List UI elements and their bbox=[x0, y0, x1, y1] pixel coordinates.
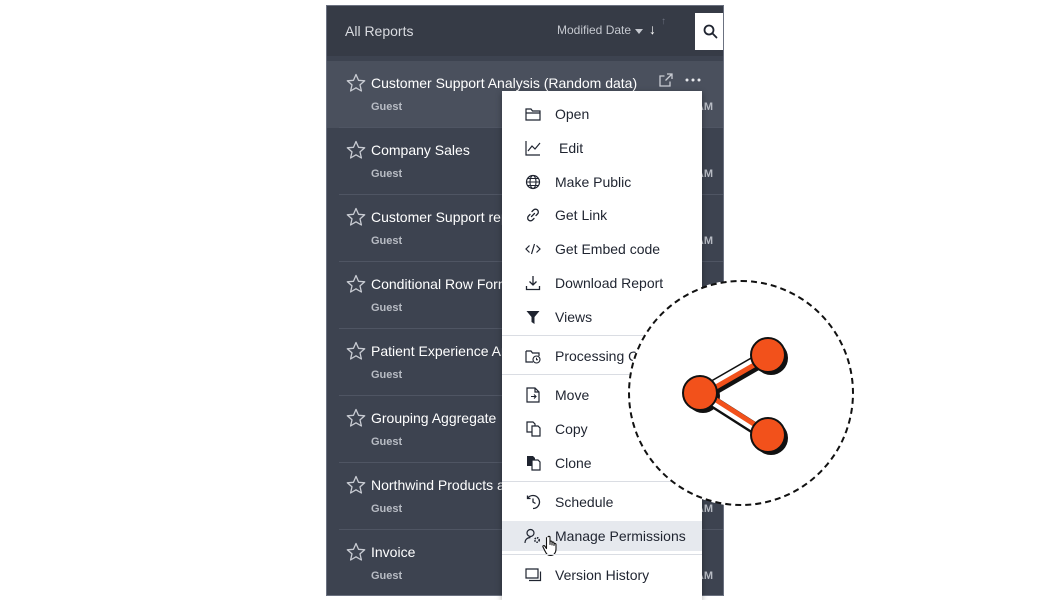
globe-icon bbox=[524, 173, 542, 191]
sort-descending-icon[interactable]: ↓ bbox=[649, 21, 656, 37]
menu-item-label: Version History bbox=[555, 567, 650, 583]
report-name[interactable]: Invoice bbox=[371, 544, 415, 560]
menu-item-label: Edit bbox=[559, 140, 584, 156]
share-callout bbox=[628, 280, 854, 506]
code-icon bbox=[524, 240, 542, 258]
menu-item-label: Views bbox=[555, 309, 593, 325]
menu-item-manage-permissions[interactable]: Manage Permissions bbox=[502, 521, 702, 557]
menu-item-label: Processing Q bbox=[555, 348, 640, 364]
download-icon bbox=[524, 274, 542, 292]
report-name[interactable]: Company Sales bbox=[371, 142, 470, 158]
sort-ascending-icon[interactable]: ↑ bbox=[661, 16, 666, 27]
star-icon[interactable] bbox=[346, 274, 366, 294]
report-name[interactable]: Patient Experience An bbox=[371, 343, 509, 359]
star-icon[interactable] bbox=[346, 475, 366, 495]
menu-item-get-link[interactable]: Get Link bbox=[502, 200, 702, 230]
share-icon bbox=[682, 337, 788, 455]
menu-item-label: Get Link bbox=[555, 207, 608, 223]
report-name[interactable]: Customer Support Analysis (Random data) bbox=[371, 75, 637, 91]
search-button[interactable] bbox=[695, 13, 723, 50]
menu-item-make-public[interactable]: Make Public bbox=[502, 167, 702, 197]
menu-item-label: Open bbox=[555, 106, 590, 122]
star-icon[interactable] bbox=[346, 408, 366, 428]
caret-down-icon bbox=[635, 28, 644, 34]
chart-edit-icon bbox=[524, 139, 542, 157]
star-icon[interactable] bbox=[346, 140, 366, 160]
link-icon bbox=[524, 206, 542, 224]
star-icon[interactable] bbox=[346, 207, 366, 227]
report-owner: Guest bbox=[371, 436, 403, 448]
open-new-window-icon[interactable] bbox=[659, 73, 673, 87]
versions-icon bbox=[524, 566, 542, 584]
clone-icon bbox=[524, 454, 542, 472]
copy-icon bbox=[524, 420, 542, 438]
filter-icon bbox=[524, 308, 542, 326]
report-owner: Guest bbox=[371, 302, 403, 314]
star-icon[interactable] bbox=[346, 73, 366, 93]
menu-item-label: Get Embed code bbox=[555, 241, 661, 257]
report-owner: Guest bbox=[371, 101, 403, 113]
menu-item-version-history[interactable]: Version History bbox=[502, 560, 702, 590]
report-name[interactable]: Northwind Products a bbox=[371, 477, 505, 493]
menu-item-label: Make Public bbox=[555, 174, 632, 190]
menu-item-label: Move bbox=[555, 387, 590, 403]
report-name[interactable]: Grouping Aggregate bbox=[371, 410, 496, 426]
panel-title: All Reports bbox=[345, 23, 414, 39]
report-name[interactable]: Customer Support rep bbox=[371, 209, 509, 225]
row-actions bbox=[659, 73, 701, 87]
menu-item-open[interactable]: Open bbox=[502, 99, 702, 129]
more-options-icon[interactable] bbox=[685, 78, 701, 82]
star-icon[interactable] bbox=[346, 341, 366, 361]
menu-item-label: Clone bbox=[555, 455, 592, 471]
menu-item-get-embed-code[interactable]: Get Embed code bbox=[502, 234, 702, 264]
sort-label: Modified Date bbox=[557, 23, 632, 37]
history-clock-icon bbox=[524, 493, 542, 511]
menu-item-label: Schedule bbox=[555, 494, 614, 510]
star-icon[interactable] bbox=[346, 542, 366, 562]
sort-dropdown[interactable]: Modified Date bbox=[557, 23, 644, 37]
report-name[interactable]: Conditional Row Form bbox=[371, 276, 510, 292]
folder-clock-icon bbox=[524, 347, 542, 365]
user-gear-icon bbox=[524, 527, 542, 545]
folder-open-icon bbox=[524, 105, 542, 123]
menu-item-edit[interactable]: Edit bbox=[502, 133, 702, 163]
search-icon bbox=[703, 24, 717, 39]
report-owner: Guest bbox=[371, 570, 403, 582]
report-owner: Guest bbox=[371, 503, 403, 515]
menu-item-label: Manage Permissions bbox=[555, 528, 686, 544]
report-owner: Guest bbox=[371, 235, 403, 247]
menu-item-label: Copy bbox=[555, 421, 588, 437]
panel-header: All Reports Modified Date ↓ ↑ bbox=[327, 6, 723, 56]
report-owner: Guest bbox=[371, 369, 403, 381]
file-move-icon bbox=[524, 386, 542, 404]
report-owner: Guest bbox=[371, 168, 403, 180]
